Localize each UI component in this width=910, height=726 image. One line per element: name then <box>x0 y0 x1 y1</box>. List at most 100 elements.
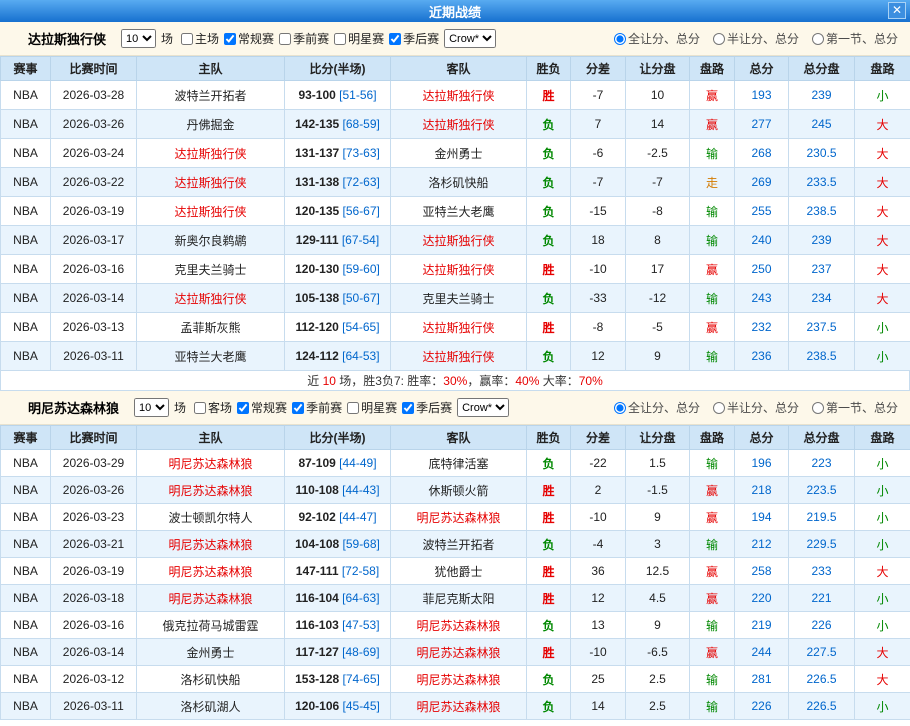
handicap-result: 赢 <box>690 504 735 531</box>
score: 142-135 [68-59] <box>285 110 391 139</box>
odds-type-radio-option[interactable]: 半让分、总分 <box>708 32 799 46</box>
radio-button[interactable] <box>713 402 725 414</box>
away-team: 明尼苏达森林狼 <box>391 612 527 639</box>
handicap-result: 走 <box>690 168 735 197</box>
over-under: 小 <box>855 477 910 504</box>
filter-checkbox[interactable] <box>194 402 206 414</box>
total-points: 218 <box>735 477 789 504</box>
column-header: 总分盘 <box>789 426 855 450</box>
game-row: NBA2026-03-19明尼苏达森林狼147-111 [72-58]犹他爵士胜… <box>1 558 910 585</box>
odds-type-radio-group: 全让分、总分半让分、总分第一节、总分 <box>601 30 898 47</box>
away-team: 达拉斯独行侠 <box>391 342 527 371</box>
result: 负 <box>527 612 571 639</box>
score: 124-112 [64-53] <box>285 342 391 371</box>
handicap-result: 赢 <box>690 110 735 139</box>
filter-checkbox[interactable] <box>292 402 304 414</box>
point-diff: -4 <box>571 531 626 558</box>
radio-button[interactable] <box>713 33 725 45</box>
column-header: 让分盘 <box>626 57 690 81</box>
game-date: 2026-03-16 <box>51 612 137 639</box>
score: 120-135 [56-67] <box>285 197 391 226</box>
filter-checkbox[interactable] <box>237 402 249 414</box>
filter-checkbox-option[interactable]: 明星赛 <box>329 32 384 46</box>
total-points: 258 <box>735 558 789 585</box>
games-count-suffix: 场 <box>161 30 173 47</box>
odds-type-radio-option[interactable]: 第一节、总分 <box>807 401 898 415</box>
column-header: 胜负 <box>527 426 571 450</box>
away-team: 金州勇士 <box>391 139 527 168</box>
total-line: 233 <box>789 558 855 585</box>
company-select[interactable]: Crow* <box>444 29 496 48</box>
radio-button[interactable] <box>812 33 824 45</box>
game-row: NBA2026-03-17新奥尔良鹈鹕129-111 [67-54]达拉斯独行侠… <box>1 226 910 255</box>
handicap-result: 赢 <box>690 558 735 585</box>
home-team: 新奥尔良鹈鹕 <box>137 226 285 255</box>
handicap-line: 4.5 <box>626 585 690 612</box>
filter-checkbox-option[interactable]: 季后赛 <box>384 32 439 46</box>
filter-checkbox-option[interactable]: 主场 <box>176 32 219 46</box>
filter-checkbox-option[interactable]: 季前赛 <box>287 401 342 415</box>
result: 胜 <box>527 477 571 504</box>
score: 87-109 [44-49] <box>285 450 391 477</box>
filter-checkbox-option[interactable]: 客场 <box>189 401 232 415</box>
away-team: 休斯顿火箭 <box>391 477 527 504</box>
home-team: 金州勇士 <box>137 639 285 666</box>
column-header: 总分盘 <box>789 57 855 81</box>
total-points: 212 <box>735 531 789 558</box>
filter-checkbox-option[interactable]: 季前赛 <box>274 32 329 46</box>
game-row: NBA2026-03-21明尼苏达森林狼104-108 [59-68]波特兰开拓… <box>1 531 910 558</box>
handicap-line: 9 <box>626 504 690 531</box>
filter-checkbox[interactable] <box>389 33 401 45</box>
filter-checkbox[interactable] <box>402 402 414 414</box>
point-diff: -22 <box>571 450 626 477</box>
handicap-result: 输 <box>690 284 735 313</box>
filter-checkbox-option[interactable]: 常规赛 <box>232 401 287 415</box>
point-diff: 13 <box>571 612 626 639</box>
filter-checkbox[interactable] <box>334 33 346 45</box>
filter-checkbox[interactable] <box>279 33 291 45</box>
close-icon[interactable]: ✕ <box>888 2 906 19</box>
filter-checkbox-option[interactable]: 季后赛 <box>397 401 452 415</box>
summary-text: 30% <box>443 374 467 388</box>
odds-type-radio-option[interactable]: 全让分、总分 <box>609 32 700 46</box>
radio-button[interactable] <box>614 402 626 414</box>
handicap-line: 9 <box>626 612 690 639</box>
games-count-select[interactable]: 10 <box>121 29 156 48</box>
filter-checkbox[interactable] <box>224 33 236 45</box>
result: 负 <box>527 342 571 371</box>
over-under: 小 <box>855 531 910 558</box>
filter-checkbox-option[interactable]: 明星赛 <box>342 401 397 415</box>
point-diff: -6 <box>571 139 626 168</box>
point-diff: -10 <box>571 639 626 666</box>
filter-checkbox[interactable] <box>347 402 359 414</box>
handicap-line: -5 <box>626 313 690 342</box>
column-header: 盘路 <box>690 57 735 81</box>
odds-type-radio-option[interactable]: 第一节、总分 <box>807 32 898 46</box>
company-select[interactable]: Crow* <box>457 398 509 417</box>
score: 147-111 [72-58] <box>285 558 391 585</box>
result: 胜 <box>527 504 571 531</box>
radio-button[interactable] <box>614 33 626 45</box>
point-diff: 25 <box>571 666 626 693</box>
filter-checkbox-option[interactable]: 常规赛 <box>219 32 274 46</box>
total-points: 268 <box>735 139 789 168</box>
radio-button[interactable] <box>812 402 824 414</box>
game-row: NBA2026-03-23波士顿凯尔特人92-102 [44-47]明尼苏达森林… <box>1 504 910 531</box>
game-row: NBA2026-03-26明尼苏达森林狼110-108 [44-43]休斯顿火箭… <box>1 477 910 504</box>
home-team: 明尼苏达森林狼 <box>137 477 285 504</box>
game-date: 2026-03-11 <box>51 693 137 720</box>
league: NBA <box>1 477 51 504</box>
home-team: 波特兰开拓者 <box>137 81 285 110</box>
odds-type-radio-option[interactable]: 半让分、总分 <box>708 401 799 415</box>
games-count-select[interactable]: 10 <box>134 398 169 417</box>
filter-checkbox[interactable] <box>181 33 193 45</box>
point-diff: -10 <box>571 255 626 284</box>
league: NBA <box>1 450 51 477</box>
score: 116-103 [47-53] <box>285 612 391 639</box>
game-date: 2026-03-14 <box>51 284 137 313</box>
result: 负 <box>527 450 571 477</box>
game-date: 2026-03-18 <box>51 585 137 612</box>
result: 负 <box>527 284 571 313</box>
handicap-line: -12 <box>626 284 690 313</box>
odds-type-radio-option[interactable]: 全让分、总分 <box>609 401 700 415</box>
